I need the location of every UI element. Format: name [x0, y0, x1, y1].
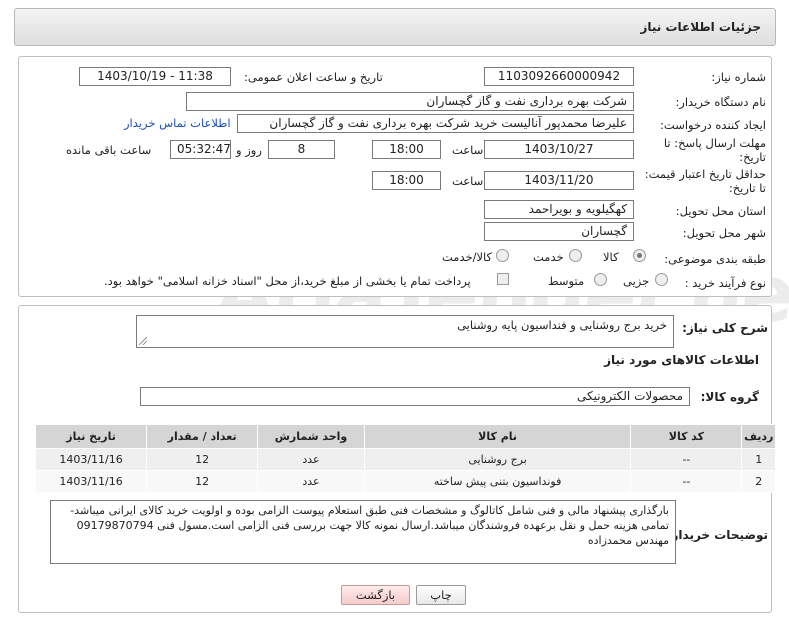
province-label: استان محل تحویل: [675, 204, 766, 218]
column-header-row-number: ردیف [741, 424, 776, 449]
remaining-time-label: ساعت باقی مانده [66, 143, 152, 157]
buyer-notes-field[interactable]: بارگذاری پیشنهاد مالی و فنی شامل کاتالوگ… [50, 500, 676, 564]
price-validity-label: حداقل تاریخ اعتبار قیمت: تا تاریخ: [644, 167, 766, 195]
cell-item-code: -- [630, 470, 743, 493]
need-number-field[interactable]: 1103092660000942 [484, 67, 634, 86]
days-label: روز و [236, 143, 262, 157]
reply-deadline-label: مهلت ارسال پاسخ: تا تاریخ: [663, 136, 766, 164]
cell-need-date: 1403/11/16 [34, 448, 148, 471]
treasury-payment-checkbox[interactable] [497, 273, 509, 285]
table-row[interactable]: 1 -- برج روشنایی عدد 12 1403/11/16 [34, 448, 776, 471]
page-title: جزئیات اطلاعات نیاز [640, 20, 761, 34]
column-header-item-name: نام کالا [363, 424, 632, 449]
process-medium-label: متوسط [548, 274, 585, 288]
category-goods-label: کالا [603, 250, 619, 264]
items-section-title: اطلاعات کالاهای مورد نیاز [604, 353, 759, 367]
validity-time-field[interactable]: 18:00 [372, 171, 441, 190]
cell-item-name: فونداسیون بتنی پیش ساخته [363, 470, 632, 493]
cell-quantity: 12 [146, 448, 259, 471]
general-description-text: خرید برج روشنایی و فنداسیون پایه روشنایی [457, 318, 667, 332]
process-minor-radio[interactable] [655, 273, 668, 286]
cell-item-name: برج روشنایی [363, 448, 632, 471]
buyer-notes-text: بارگذاری پیشنهاد مالی و فنی شامل کاتالوگ… [70, 504, 669, 547]
validity-time-label: ساعت [452, 174, 484, 188]
process-type-label: نوع فرآیند خرید : [684, 276, 766, 290]
table-row[interactable]: 2 -- فونداسیون بتنی پیش ساخته عدد 12 140… [34, 470, 776, 493]
province-field[interactable]: کهگیلویه و بویراحمد [484, 200, 634, 219]
city-field[interactable]: گچساران [484, 222, 634, 241]
requester-label: ایجاد کننده درخواست: [660, 118, 766, 132]
days-remaining-field[interactable]: 8 [268, 140, 335, 159]
items-table: ردیف کد کالا نام کالا واحد شمارش تعداد /… [34, 424, 776, 493]
reply-time-label: ساعت [452, 143, 484, 157]
buyer-org-field[interactable]: شرکت بهره برداری نفت و گاز گچساران [186, 92, 634, 111]
requester-field[interactable]: علیرضا محمدپور آنالیست خرید شرکت بهره بر… [237, 114, 634, 133]
reply-date-field[interactable]: 1403/10/27 [484, 140, 634, 159]
cell-item-code: -- [630, 448, 743, 471]
category-goods-radio[interactable] [633, 249, 646, 262]
category-label: طبقه بندی موضوعی: [664, 252, 766, 266]
goods-group-field[interactable]: محصولات الکترونیکی [140, 387, 690, 406]
remaining-time-field[interactable]: 05:32:47 [170, 140, 231, 159]
back-button[interactable]: بازگشت [341, 585, 410, 605]
buyer-org-label: نام دستگاه خریدار: [675, 95, 766, 109]
buyer-notes-label: توضیحات خریدار: [666, 528, 768, 542]
header-bar: جزئیات اطلاعات نیاز [14, 8, 776, 46]
process-medium-radio[interactable] [594, 273, 607, 286]
print-button[interactable]: چاپ [416, 585, 466, 605]
cell-unit: عدد [257, 448, 365, 471]
reply-time-field[interactable]: 18:00 [372, 140, 441, 159]
announce-label: تاریخ و ساعت اعلان عمومی: [244, 70, 383, 84]
cell-row-number: 1 [741, 448, 776, 471]
category-service-label: خدمت [533, 250, 564, 264]
column-header-need-date: تاریخ نیاز [34, 424, 148, 449]
column-header-quantity: تعداد / مقدار [146, 424, 259, 449]
goods-group-label: گروه کالا: [700, 390, 759, 404]
column-header-unit: واحد شمارش [257, 424, 365, 449]
table-header-row: ردیف کد کالا نام کالا واحد شمارش تعداد /… [34, 424, 776, 449]
general-description-label: شرح کلی نیاز: [682, 321, 768, 335]
category-service-radio[interactable] [569, 249, 582, 262]
column-header-item-code: کد کالا [630, 424, 743, 449]
process-minor-label: جزیی [623, 274, 650, 288]
general-description-field[interactable]: خرید برج روشنایی و فنداسیون پایه روشنایی [136, 315, 674, 348]
resize-handle[interactable] [139, 337, 147, 345]
city-label: شهر محل تحویل: [682, 226, 766, 240]
category-goods-service-label: کالا/خدمت [442, 250, 493, 264]
need-number-label: شماره نیاز: [711, 70, 766, 84]
buyer-contact-link[interactable]: اطلاعات تماس خریدار [124, 116, 231, 130]
treasury-payment-note: پرداخت تمام یا بخشی از مبلغ خرید،از محل … [104, 274, 471, 288]
cell-quantity: 12 [146, 470, 259, 493]
cell-row-number: 2 [741, 470, 776, 493]
validity-date-field[interactable]: 1403/11/20 [484, 171, 634, 190]
cell-unit: عدد [257, 470, 365, 493]
category-goods-service-radio[interactable] [496, 249, 509, 262]
cell-need-date: 1403/11/16 [34, 470, 148, 493]
announce-datetime-field[interactable]: 1403/10/19 - 11:38 [79, 67, 231, 86]
